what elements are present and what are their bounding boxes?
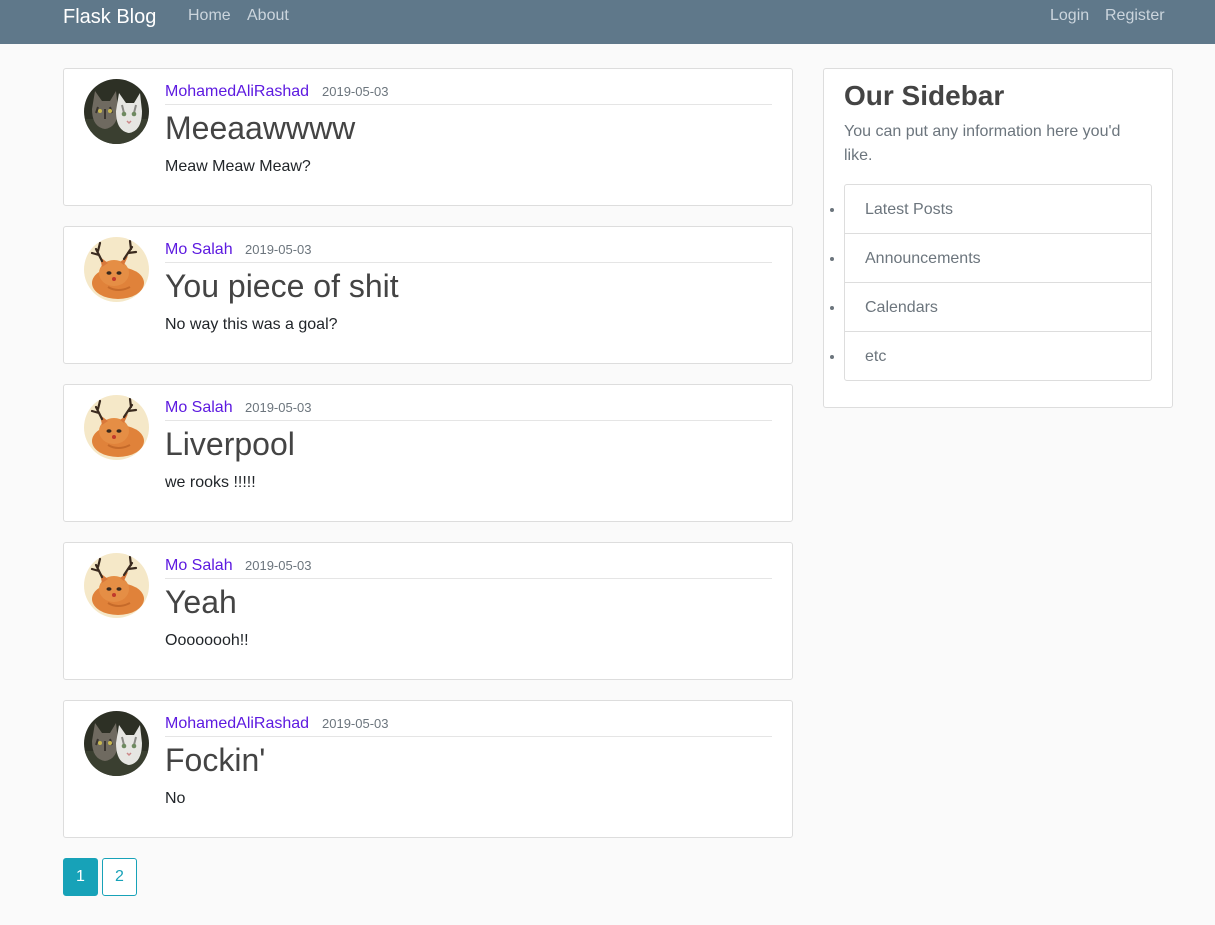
- post-title-link[interactable]: Liverpool: [165, 425, 295, 463]
- post-meta: MohamedAliRashad 2019-05-03: [165, 713, 772, 737]
- post-date: 2019-05-03: [322, 84, 389, 99]
- post-title-link[interactable]: Meeaawwww: [165, 109, 355, 147]
- author-link[interactable]: MohamedAliRashad: [165, 82, 309, 102]
- author-link[interactable]: MohamedAliRashad: [165, 714, 309, 734]
- sidebar-item-etc[interactable]: etc: [845, 331, 1151, 380]
- sidebar-item-calendars[interactable]: Calendars: [845, 282, 1151, 331]
- nav-register-link[interactable]: Register: [1105, 6, 1165, 26]
- sidebar-list: Latest Posts Announcements Calendars etc: [844, 184, 1152, 381]
- post-title-link[interactable]: Yeah: [165, 583, 237, 621]
- post-date: 2019-05-03: [245, 558, 312, 573]
- author-avatar: [84, 395, 149, 460]
- post-meta: Mo Salah 2019-05-03: [165, 239, 772, 263]
- post-meta: MohamedAliRashad 2019-05-03: [165, 81, 772, 105]
- reindeer-cat-avatar-icon: [84, 237, 149, 302]
- cats-avatar-icon: [84, 711, 149, 776]
- page-button-1[interactable]: 1: [63, 858, 98, 896]
- cats-avatar-icon: [84, 79, 149, 144]
- post-meta: Mo Salah 2019-05-03: [165, 555, 772, 579]
- author-avatar: [84, 79, 149, 144]
- post-card: MohamedAliRashad 2019-05-03 Meeaawwww Me…: [63, 68, 793, 206]
- sidebar-item-latest-posts[interactable]: Latest Posts: [845, 185, 1151, 234]
- sidebar-item-announcements[interactable]: Announcements: [845, 233, 1151, 282]
- post-date: 2019-05-03: [245, 242, 312, 257]
- author-avatar: [84, 711, 149, 776]
- post-card: MohamedAliRashad 2019-05-03 Fockin' No: [63, 700, 793, 838]
- post-date: 2019-05-03: [245, 400, 312, 415]
- author-link[interactable]: Mo Salah: [165, 398, 233, 418]
- post-meta: Mo Salah 2019-05-03: [165, 397, 772, 421]
- page-button-2[interactable]: 2: [102, 858, 137, 896]
- reindeer-cat-avatar-icon: [84, 395, 149, 460]
- post-content: No: [165, 790, 186, 807]
- post-card: Mo Salah 2019-05-03 Yeah Oooooooh!!: [63, 542, 793, 680]
- post-content: Oooooooh!!: [165, 632, 249, 649]
- author-link[interactable]: Mo Salah: [165, 240, 233, 260]
- nav-home-link[interactable]: Home: [188, 6, 231, 26]
- post-content: No way this was a goal?: [165, 316, 338, 333]
- sidebar-text: You can put any information here you'd l…: [844, 123, 1121, 164]
- post-title-link[interactable]: You piece of shit: [165, 267, 399, 305]
- author-avatar: [84, 553, 149, 618]
- brand-link[interactable]: Flask Blog: [63, 5, 156, 29]
- post-date: 2019-05-03: [322, 716, 389, 731]
- post-card: Mo Salah 2019-05-03 Liverpool we rooks !…: [63, 384, 793, 522]
- nav-login-link[interactable]: Login: [1050, 6, 1089, 26]
- author-link[interactable]: Mo Salah: [165, 556, 233, 576]
- author-avatar: [84, 237, 149, 302]
- sidebar: Our Sidebar You can put any information …: [823, 68, 1173, 408]
- post-content: Meaw Meaw Meaw?: [165, 158, 311, 175]
- post-card: Mo Salah 2019-05-03 You piece of shit No…: [63, 226, 793, 364]
- post-content: we rooks !!!!!: [165, 474, 256, 491]
- sidebar-title: Our Sidebar: [844, 80, 1005, 111]
- nav-about-link[interactable]: About: [247, 6, 289, 26]
- navbar: Flask Blog Home About Login Register: [0, 0, 1215, 44]
- reindeer-cat-avatar-icon: [84, 553, 149, 618]
- post-title-link[interactable]: Fockin': [165, 741, 265, 779]
